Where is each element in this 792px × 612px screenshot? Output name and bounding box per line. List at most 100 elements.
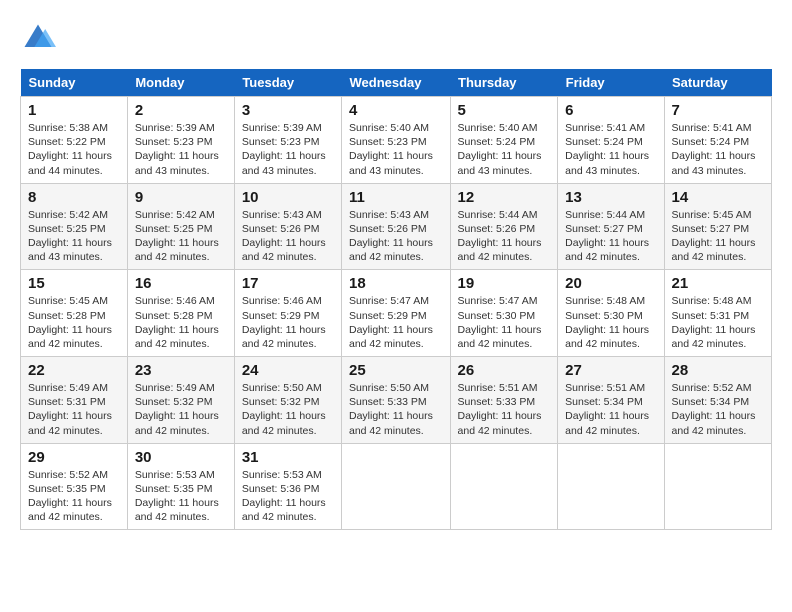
- day-info: Sunrise: 5:44 AM Sunset: 5:26 PM Dayligh…: [458, 208, 551, 265]
- day-info: Sunrise: 5:41 AM Sunset: 5:24 PM Dayligh…: [565, 121, 656, 178]
- day-number: 19: [458, 275, 551, 292]
- day-number: 4: [349, 102, 443, 119]
- day-number: 24: [242, 362, 334, 379]
- calendar-cell: 28 Sunrise: 5:52 AM Sunset: 5:34 PM Dayli…: [664, 357, 771, 444]
- calendar-cell: 27 Sunrise: 5:51 AM Sunset: 5:34 PM Dayli…: [558, 357, 664, 444]
- day-number: 6: [565, 102, 656, 119]
- calendar-cell: [664, 443, 771, 530]
- day-number: 13: [565, 189, 656, 206]
- day-info: Sunrise: 5:42 AM Sunset: 5:25 PM Dayligh…: [28, 208, 120, 265]
- day-number: 15: [28, 275, 120, 292]
- day-info: Sunrise: 5:49 AM Sunset: 5:31 PM Dayligh…: [28, 381, 120, 438]
- calendar-cell: 3Sunrise: 5:39 AM Sunset: 5:23 PM Daylig…: [234, 97, 341, 184]
- day-number: 26: [458, 362, 551, 379]
- day-number: 30: [135, 449, 227, 466]
- calendar-cell: 14Sunrise: 5:45 AM Sunset: 5:27 PM Dayli…: [664, 183, 771, 270]
- day-info: Sunrise: 5:49 AM Sunset: 5:32 PM Dayligh…: [135, 381, 227, 438]
- calendar-cell: [558, 443, 664, 530]
- day-info: Sunrise: 5:53 AM Sunset: 5:36 PM Dayligh…: [242, 468, 334, 525]
- day-number: 20: [565, 275, 656, 292]
- calendar-cell: 26 Sunrise: 5:51 AM Sunset: 5:33 PM Dayli…: [450, 357, 558, 444]
- day-number: 28: [672, 362, 764, 379]
- calendar-cell: 8 Sunrise: 5:42 AM Sunset: 5:25 PM Daylig…: [21, 183, 128, 270]
- general-blue-icon: [20, 20, 56, 56]
- calendar-cell: 5 Sunrise: 5:40 AM Sunset: 5:24 PM Daylig…: [450, 97, 558, 184]
- day-number: 18: [349, 275, 443, 292]
- calendar-cell: 17 Sunrise: 5:46 AM Sunset: 5:29 PM Dayli…: [234, 270, 341, 357]
- calendar-cell: 31 Sunrise: 5:53 AM Sunset: 5:36 PM Dayli…: [234, 443, 341, 530]
- day-number: 29: [28, 449, 120, 466]
- calendar-cell: 4 Sunrise: 5:40 AM Sunset: 5:23 PM Daylig…: [342, 97, 451, 184]
- day-info: Sunrise: 5:52 AM Sunset: 5:34 PM Dayligh…: [672, 381, 764, 438]
- day-number: 12: [458, 189, 551, 206]
- calendar-cell: 19 Sunrise: 5:47 AM Sunset: 5:30 PM Dayli…: [450, 270, 558, 357]
- day-info: Sunrise: 5:45 AM Sunset: 5:28 PM Dayligh…: [28, 294, 120, 351]
- day-info: Sunrise: 5:48 AM Sunset: 5:31 PM Dayligh…: [672, 294, 764, 351]
- day-number: 22: [28, 362, 120, 379]
- day-number: 8: [28, 189, 120, 206]
- day-number: 27: [565, 362, 656, 379]
- day-info: Sunrise: 5:45 AM Sunset: 5:27 PM Dayligh…: [672, 208, 764, 265]
- day-info: Sunrise: 5:50 AM Sunset: 5:32 PM Dayligh…: [242, 381, 334, 438]
- calendar-week-row: 15 Sunrise: 5:45 AM Sunset: 5:28 PM Dayli…: [21, 270, 772, 357]
- day-info: Sunrise: 5:46 AM Sunset: 5:29 PM Dayligh…: [242, 294, 334, 351]
- day-info: Sunrise: 5:42 AM Sunset: 5:25 PM Dayligh…: [135, 208, 227, 265]
- calendar-cell: 16Sunrise: 5:46 AM Sunset: 5:28 PM Dayli…: [127, 270, 234, 357]
- day-info: Sunrise: 5:41 AM Sunset: 5:24 PM Dayligh…: [672, 121, 764, 178]
- calendar-cell: 30 Sunrise: 5:53 AM Sunset: 5:35 PM Dayli…: [127, 443, 234, 530]
- calendar-cell: 29Sunrise: 5:52 AM Sunset: 5:35 PM Dayli…: [21, 443, 128, 530]
- day-number: 21: [672, 275, 764, 292]
- calendar-col-saturday: Saturday: [664, 69, 771, 97]
- header: [20, 20, 772, 61]
- day-number: 23: [135, 362, 227, 379]
- calendar-header-row: SundayMondayTuesdayWednesdayThursdayFrid…: [21, 69, 772, 97]
- day-info: Sunrise: 5:48 AM Sunset: 5:30 PM Dayligh…: [565, 294, 656, 351]
- day-info: Sunrise: 5:40 AM Sunset: 5:24 PM Dayligh…: [458, 121, 551, 178]
- calendar-cell: 24 Sunrise: 5:50 AM Sunset: 5:32 PM Dayli…: [234, 357, 341, 444]
- day-info: Sunrise: 5:43 AM Sunset: 5:26 PM Dayligh…: [242, 208, 334, 265]
- day-info: Sunrise: 5:43 AM Sunset: 5:26 PM Dayligh…: [349, 208, 443, 265]
- calendar-cell: 23 Sunrise: 5:49 AM Sunset: 5:32 PM Dayli…: [127, 357, 234, 444]
- day-number: 9: [135, 189, 227, 206]
- calendar-cell: 20 Sunrise: 5:48 AM Sunset: 5:30 PM Dayli…: [558, 270, 664, 357]
- calendar-cell: [342, 443, 451, 530]
- day-number: 5: [458, 102, 551, 119]
- calendar-week-row: 29Sunrise: 5:52 AM Sunset: 5:35 PM Dayli…: [21, 443, 772, 530]
- logo: [20, 20, 60, 56]
- day-info: Sunrise: 5:51 AM Sunset: 5:34 PM Dayligh…: [565, 381, 656, 438]
- calendar-week-row: 1Sunrise: 5:38 AM Sunset: 5:22 PM Daylig…: [21, 97, 772, 184]
- calendar-col-sunday: Sunday: [21, 69, 128, 97]
- day-info: Sunrise: 5:39 AM Sunset: 5:23 PM Dayligh…: [135, 121, 227, 178]
- day-number: 10: [242, 189, 334, 206]
- calendar-col-friday: Friday: [558, 69, 664, 97]
- day-number: 11: [349, 189, 443, 206]
- calendar-cell: 7 Sunrise: 5:41 AM Sunset: 5:24 PM Daylig…: [664, 97, 771, 184]
- calendar-col-tuesday: Tuesday: [234, 69, 341, 97]
- calendar-cell: 1Sunrise: 5:38 AM Sunset: 5:22 PM Daylig…: [21, 97, 128, 184]
- calendar-cell: 15 Sunrise: 5:45 AM Sunset: 5:28 PM Dayli…: [21, 270, 128, 357]
- calendar-cell: 18 Sunrise: 5:47 AM Sunset: 5:29 PM Dayli…: [342, 270, 451, 357]
- calendar-table: SundayMondayTuesdayWednesdayThursdayFrid…: [20, 69, 772, 530]
- day-info: Sunrise: 5:39 AM Sunset: 5:23 PM Dayligh…: [242, 121, 334, 178]
- day-number: 31: [242, 449, 334, 466]
- day-info: Sunrise: 5:53 AM Sunset: 5:35 PM Dayligh…: [135, 468, 227, 525]
- day-info: Sunrise: 5:47 AM Sunset: 5:29 PM Dayligh…: [349, 294, 443, 351]
- day-info: Sunrise: 5:51 AM Sunset: 5:33 PM Dayligh…: [458, 381, 551, 438]
- calendar-cell: 25 Sunrise: 5:50 AM Sunset: 5:33 PM Dayli…: [342, 357, 451, 444]
- day-info: Sunrise: 5:50 AM Sunset: 5:33 PM Dayligh…: [349, 381, 443, 438]
- day-number: 25: [349, 362, 443, 379]
- day-info: Sunrise: 5:44 AM Sunset: 5:27 PM Dayligh…: [565, 208, 656, 265]
- day-number: 1: [28, 102, 120, 119]
- day-info: Sunrise: 5:47 AM Sunset: 5:30 PM Dayligh…: [458, 294, 551, 351]
- calendar-cell: 10 Sunrise: 5:43 AM Sunset: 5:26 PM Dayli…: [234, 183, 341, 270]
- day-number: 16: [135, 275, 227, 292]
- calendar-cell: 2 Sunrise: 5:39 AM Sunset: 5:23 PM Daylig…: [127, 97, 234, 184]
- day-number: 17: [242, 275, 334, 292]
- day-number: 2: [135, 102, 227, 119]
- day-number: 7: [672, 102, 764, 119]
- calendar-col-thursday: Thursday: [450, 69, 558, 97]
- day-info: Sunrise: 5:40 AM Sunset: 5:23 PM Dayligh…: [349, 121, 443, 178]
- calendar-cell: [450, 443, 558, 530]
- calendar-cell: 21 Sunrise: 5:48 AM Sunset: 5:31 PM Dayli…: [664, 270, 771, 357]
- calendar-week-row: 22 Sunrise: 5:49 AM Sunset: 5:31 PM Dayli…: [21, 357, 772, 444]
